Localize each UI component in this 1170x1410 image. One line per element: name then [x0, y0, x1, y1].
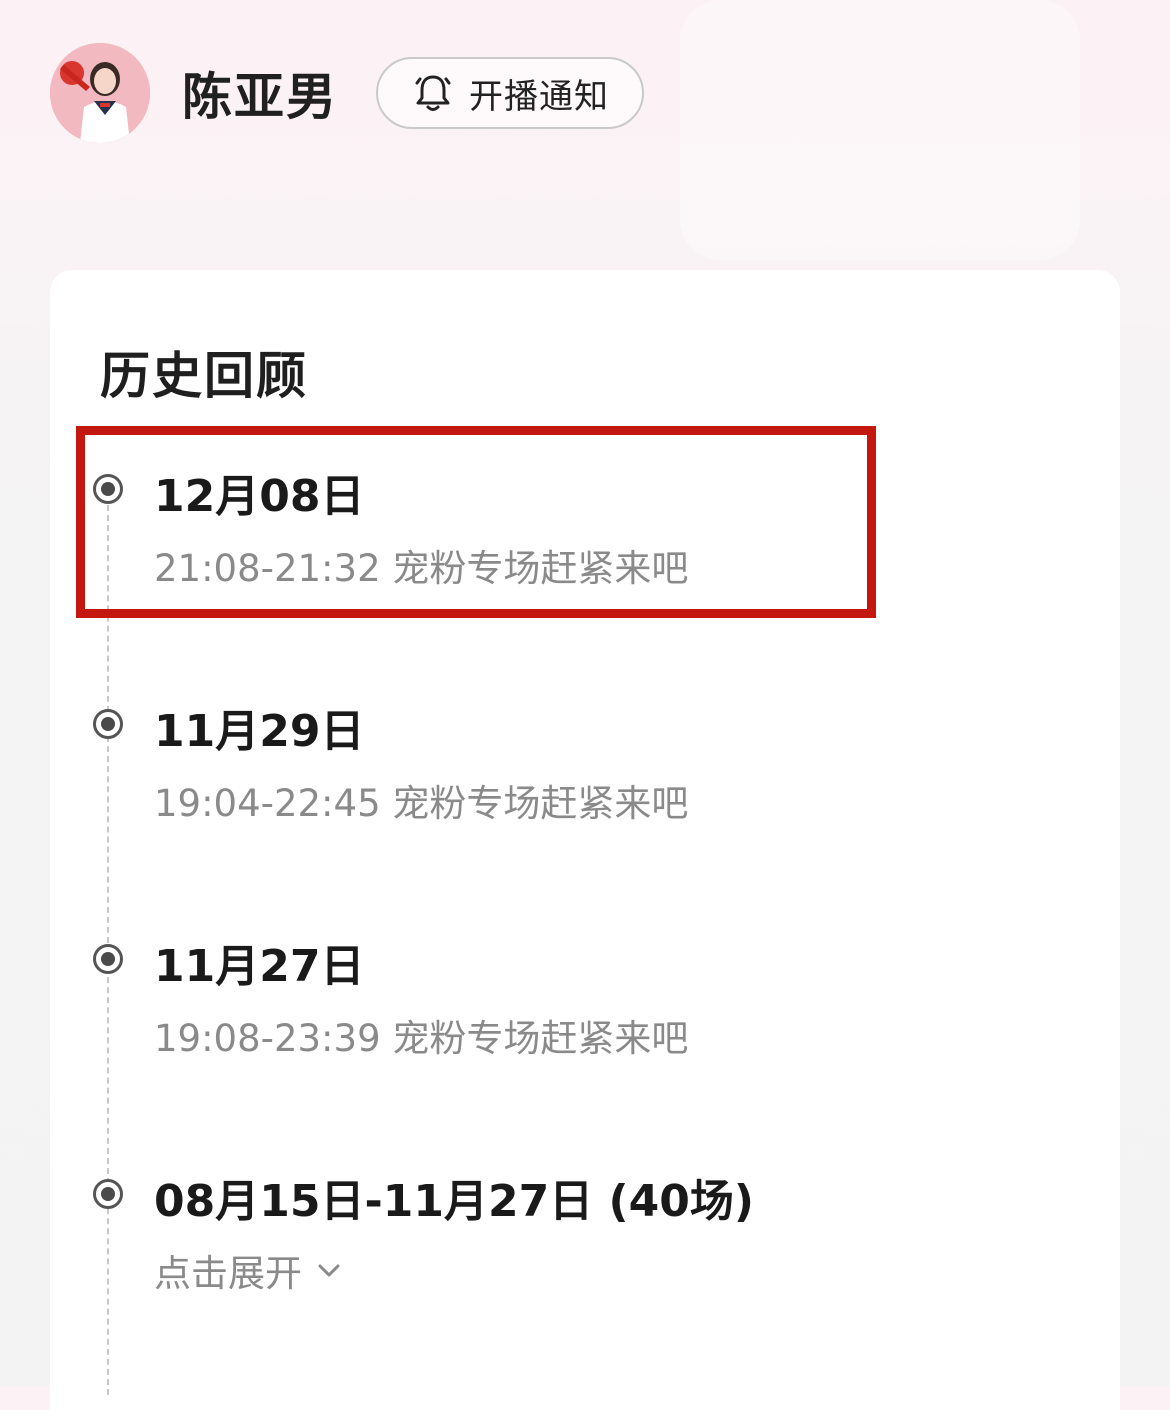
- bell-icon: [415, 75, 451, 111]
- avatar-portrait-icon: [50, 43, 150, 143]
- history-item-desc: 21:08-21:32 宠粉专场赶紧来吧: [154, 547, 689, 590]
- expand-button[interactable]: 点击展开: [154, 1243, 342, 1297]
- history-item-date: 11月29日: [154, 706, 365, 757]
- live-notify-label: 开播通知: [469, 76, 609, 117]
- history-item-desc: 19:04-22:45 宠粉专场赶紧来吧: [154, 782, 689, 825]
- header-glow: [680, 0, 1080, 260]
- timeline-dot-icon: [93, 709, 123, 739]
- chevron-down-icon: [318, 1264, 340, 1277]
- timeline-dot-icon: [93, 474, 123, 504]
- live-notify-button[interactable]: 开播通知: [376, 57, 644, 129]
- history-card: [50, 270, 1120, 1410]
- host-name: 陈亚男: [182, 68, 338, 126]
- history-group-date: 08月15日-11月27日 (40场): [154, 1176, 754, 1227]
- host-avatar[interactable]: [50, 43, 150, 143]
- timeline-dot-icon: [93, 1179, 123, 1209]
- host-header: 陈亚男 开播通知: [50, 42, 644, 144]
- history-item-date: 12月08日: [154, 471, 365, 522]
- history-item-date: 11月27日: [154, 941, 365, 992]
- history-item-desc: 19:08-23:39 宠粉专场赶紧来吧: [154, 1017, 689, 1060]
- timeline-dot-icon: [93, 944, 123, 974]
- expand-label: 点击展开: [154, 1252, 302, 1295]
- history-title: 历史回顾: [100, 347, 308, 405]
